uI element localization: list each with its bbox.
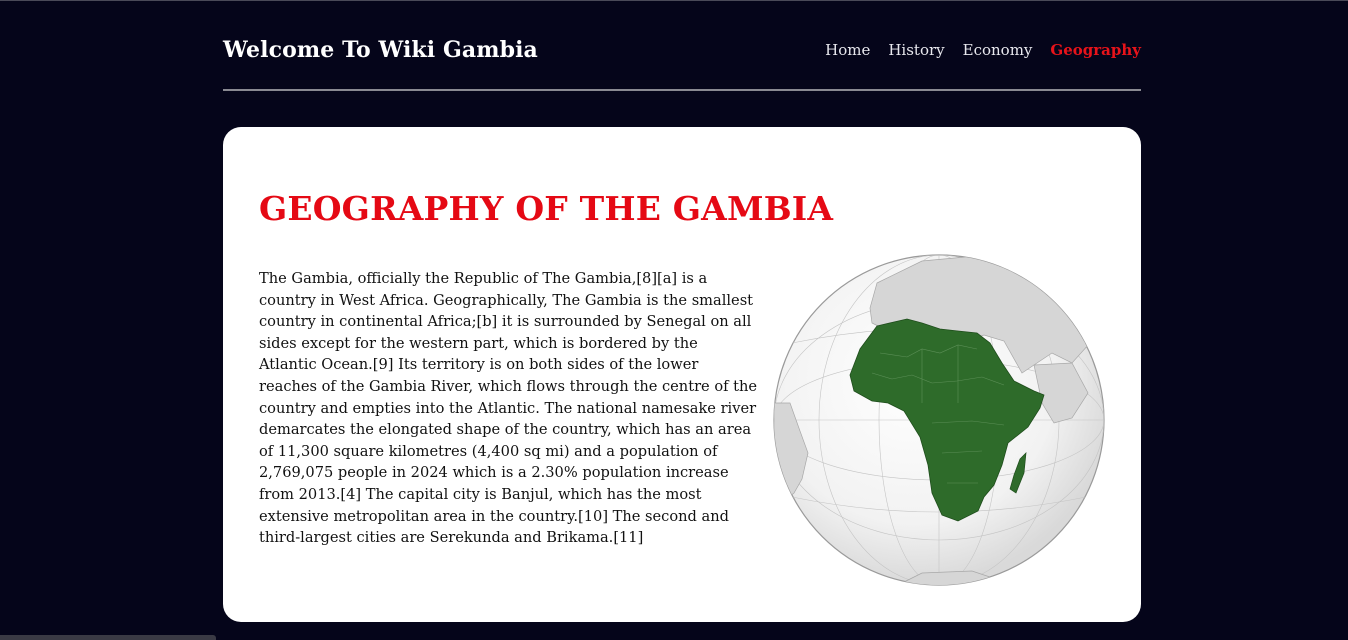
nav-home-link[interactable]: Home (825, 41, 870, 59)
nav-geography-link[interactable]: Geography (1050, 41, 1141, 59)
header-divider (223, 89, 1141, 91)
horizontal-scrollbar[interactable] (0, 635, 216, 640)
site-title: Welcome To Wiki Gambia (223, 37, 538, 63)
content-card: GEOGRAPHY OF THE GAMBIA The Gambia, offi… (223, 127, 1141, 622)
page-title: GEOGRAPHY OF THE GAMBIA (259, 189, 834, 228)
geography-paragraph: The Gambia, officially the Republic of T… (259, 270, 758, 547)
africa-globe-image (773, 254, 1105, 586)
main-nav: Home History Economy Geography (825, 41, 1141, 59)
site-header: Welcome To Wiki Gambia Home History Econ… (223, 30, 1141, 70)
nav-history-link[interactable]: History (888, 41, 944, 59)
nav-economy-link[interactable]: Economy (963, 41, 1033, 59)
window-top-border (0, 0, 1348, 1)
